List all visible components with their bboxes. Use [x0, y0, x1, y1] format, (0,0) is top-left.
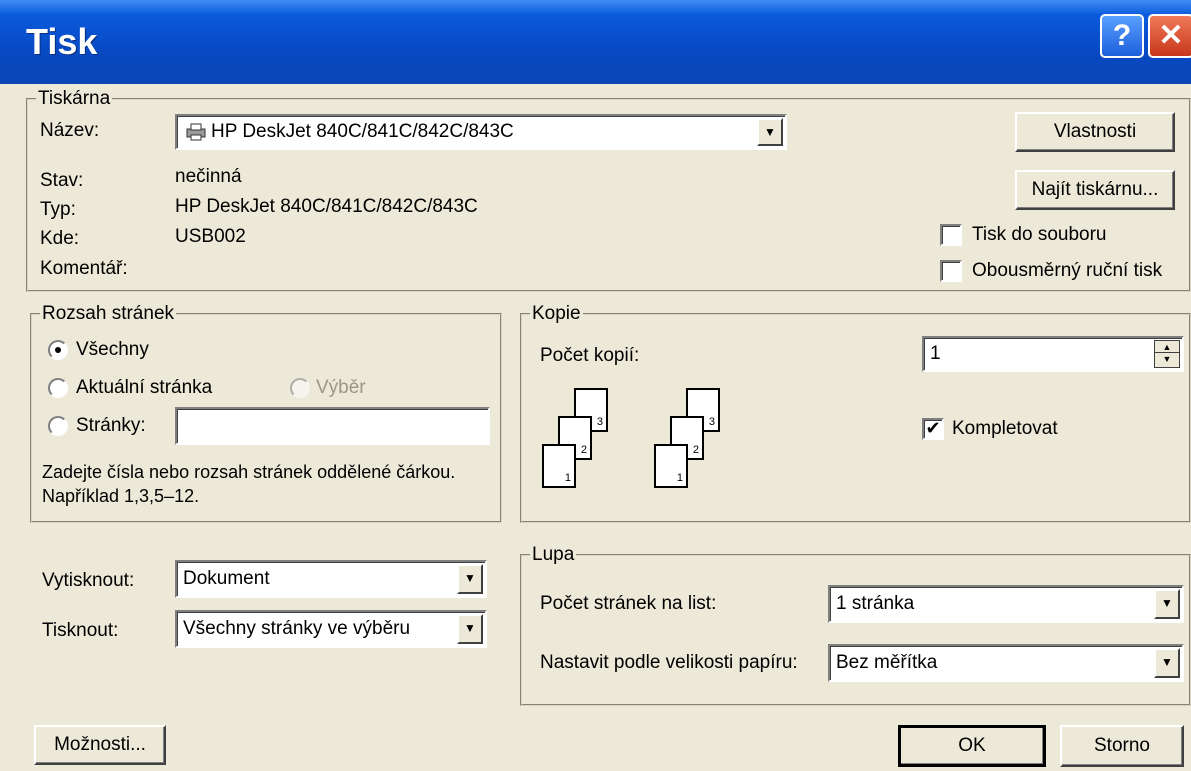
- type-label: Typ:: [40, 199, 76, 220]
- title-bar[interactable]: [0, 0, 1191, 84]
- comment-label: Komentář:: [40, 258, 128, 279]
- page-range-hint: Zadejte čísla nebo rozsah stránek odděle…: [42, 462, 456, 506]
- chevron-down-icon[interactable]: ▼: [457, 614, 483, 644]
- radio-all-label: Všechny: [76, 339, 149, 360]
- print-label: Tisknout:: [42, 620, 119, 641]
- printer-legend: Tiskárna: [38, 88, 111, 109]
- page-icon: 1: [654, 444, 688, 488]
- properties-button[interactable]: Vlastnosti: [1015, 112, 1175, 152]
- duplex-label: Obousměrný ruční tisk: [972, 260, 1163, 281]
- collate-label: Kompletovat: [952, 418, 1058, 439]
- type-value: HP DeskJet 840C/841C/842C/843C: [175, 196, 478, 217]
- help-button[interactable]: ?: [1100, 14, 1144, 58]
- cancel-button[interactable]: Storno: [1060, 725, 1184, 767]
- print-to-file-checkbox[interactable]: [940, 224, 962, 246]
- where-label: Kde:: [40, 228, 80, 249]
- radio-pages[interactable]: [48, 416, 68, 436]
- copies-legend: Kopie: [532, 303, 581, 324]
- status-label: Stav:: [40, 170, 84, 191]
- radio-all[interactable]: [48, 340, 68, 360]
- radio-current-page-label: Aktuální stránka: [76, 377, 213, 398]
- radio-pages-label: Stránky:: [76, 415, 146, 436]
- collate-checkbox[interactable]: ✔: [922, 418, 944, 440]
- page-icon: 1: [542, 444, 576, 488]
- collate-illustration-2: 3 2 1: [652, 388, 732, 498]
- printer-icon: [185, 123, 207, 141]
- help-icon: ?: [1112, 19, 1132, 52]
- radio-current-page[interactable]: [48, 378, 68, 398]
- scale-select[interactable]: Bez měřítka ▼: [828, 644, 1184, 682]
- where-value: USB002: [175, 226, 246, 247]
- close-button[interactable]: ✕: [1148, 14, 1191, 58]
- duplex-checkbox[interactable]: [940, 260, 962, 282]
- status-value: nečinná: [175, 166, 242, 187]
- printer-name-value: HP DeskJet 840C/841C/842C/843C: [211, 121, 514, 142]
- close-icon: ✕: [1158, 19, 1184, 52]
- copies-count-label: Počet kopií:: [540, 345, 640, 366]
- page-range-legend: Rozsah stránek: [42, 303, 175, 324]
- printer-name-label: Název:: [40, 120, 100, 141]
- scale-label: Nastavit podle velikosti papíru:: [540, 652, 798, 673]
- radio-selection: [290, 378, 310, 398]
- spin-down-icon[interactable]: ▼: [1154, 352, 1180, 368]
- window-title: Tisk: [26, 21, 98, 62]
- copies-count-spinner[interactable]: 1 ▲ ▼: [922, 336, 1184, 372]
- find-printer-button[interactable]: Najít tiskárnu...: [1015, 170, 1175, 210]
- chevron-down-icon[interactable]: ▼: [1154, 648, 1180, 678]
- print-what-select[interactable]: Dokument ▼: [175, 560, 487, 598]
- print-select[interactable]: Všechny stránky ve výběru ▼: [175, 610, 487, 648]
- pages-per-sheet-label: Počet stránek na list:: [540, 593, 717, 614]
- chevron-down-icon[interactable]: ▼: [457, 564, 483, 594]
- print-dialog: Tisk ? ✕ Tiskárna Název: HP DeskJet 840C…: [0, 0, 1191, 771]
- print-what-label: Vytisknout:: [42, 570, 135, 591]
- radio-selection-label: Výběr: [316, 377, 366, 398]
- chevron-down-icon[interactable]: ▼: [757, 118, 783, 146]
- chevron-down-icon[interactable]: ▼: [1154, 589, 1180, 619]
- options-button[interactable]: Možnosti...: [34, 725, 166, 765]
- zoom-legend: Lupa: [532, 544, 575, 565]
- print-to-file-label: Tisk do souboru: [972, 224, 1107, 245]
- collate-illustration-1: 3 2 1: [540, 388, 620, 498]
- ok-button[interactable]: OK: [898, 725, 1046, 767]
- pages-input[interactable]: [175, 407, 490, 445]
- printer-name-select[interactable]: HP DeskJet 840C/841C/842C/843C ▼: [175, 114, 787, 150]
- pages-per-sheet-select[interactable]: 1 stránka ▼: [828, 585, 1184, 623]
